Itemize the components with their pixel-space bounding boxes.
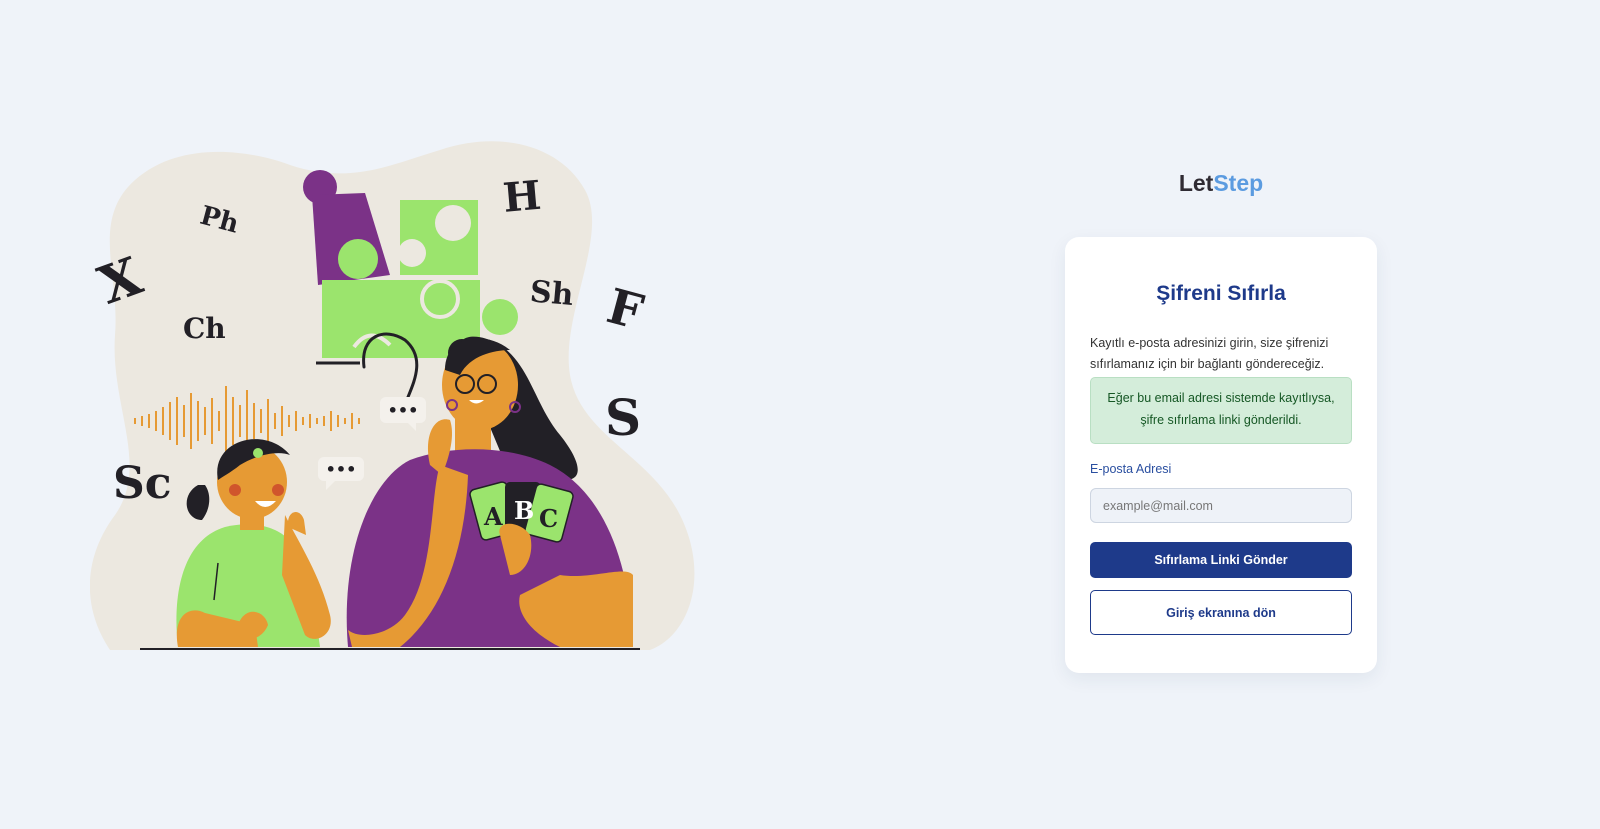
success-alert: Eğer bu email adresi sistemde kayıtlıysa…	[1090, 377, 1352, 444]
brand-logo: LetStep	[1065, 170, 1377, 210]
email-label: E-posta Adresi	[1090, 462, 1172, 476]
reset-password-card: Şifreni Sıfırla Kayıtlı e-posta adresini…	[1065, 237, 1377, 673]
floating-letter: F	[601, 278, 648, 341]
svg-text:•••: •••	[326, 460, 357, 479]
send-reset-link-button[interactable]: Sıfırlama Linki Gönder	[1090, 542, 1352, 578]
auth-panel: LetStep Şifreni Sıfırla Kayıtlı e-posta …	[1065, 170, 1377, 673]
illustration-svg: X Ph Ch H Sh F S Sc ••• ••• A B C	[90, 141, 695, 650]
floating-letter: Sh	[529, 274, 576, 313]
brand-logo-part-2: Step	[1213, 170, 1264, 196]
svg-text:B: B	[514, 496, 534, 525]
instructions-text: Kayıtlı e-posta adresinizi girin, size ş…	[1090, 336, 1329, 371]
floating-letter: S	[605, 388, 641, 447]
hero-illustration: X Ph Ch H Sh F S Sc ••• ••• A B C	[90, 135, 710, 670]
svg-text:C: C	[539, 504, 558, 533]
floating-letter: Ch	[183, 312, 226, 345]
back-to-login-button[interactable]: Giriş ekranına dön	[1090, 590, 1352, 635]
floating-letter: H	[501, 172, 543, 222]
svg-text:•••: •••	[388, 401, 419, 420]
page-title: Şifreni Sıfırla	[1156, 282, 1286, 305]
floating-letter: Sc	[113, 458, 172, 509]
svg-text:A: A	[483, 502, 503, 531]
email-field[interactable]	[1090, 488, 1352, 523]
brand-logo-part-1: Let	[1178, 170, 1214, 196]
